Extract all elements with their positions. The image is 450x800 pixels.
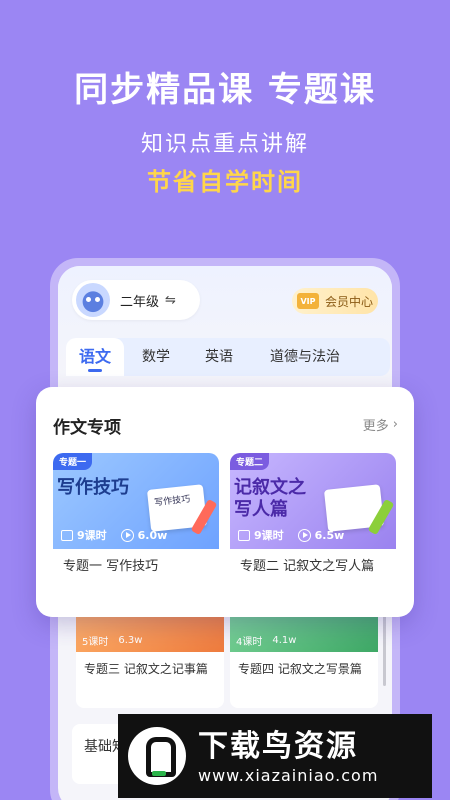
grade-selector[interactable]: 二年级 ⇋ <box>72 280 200 320</box>
topic-3-title: 专题三 记叙文之记事篇 <box>84 662 208 676</box>
topic-2-lessons: 9课时 <box>254 529 284 542</box>
topic-4-meta: 4课时 4.1w <box>236 633 296 648</box>
topic-1-thumb-title: 写作技巧 <box>57 477 129 498</box>
subject-tabs: 语文 数学 英语 道德与法治 <box>66 338 390 376</box>
topic-2-meta: 9课时 6.5w <box>238 527 344 543</box>
composition-popup-card: 作文专项 更多 › 专题一 写作技巧 写作技巧 9课时 6.0w 专题一 写作技… <box>36 387 414 617</box>
play-icon <box>120 528 134 542</box>
hero-title: 同步精品课 专题课 <box>74 70 376 110</box>
topic-2-thumbnail: 专题二 记叙文之 写人篇 9课时 6.5w <box>230 453 396 549</box>
topic-1-tag: 专题一 <box>53 453 93 470</box>
topic-3-plays: 6.3w <box>118 635 143 646</box>
topic-2-thumb-title: 记叙文之 写人篇 <box>234 477 306 521</box>
chevron-right-icon: › <box>392 417 398 432</box>
hero-subtitle: 知识点重点讲解 <box>140 132 309 157</box>
hero-highlight: 节省自学时间 <box>147 168 303 196</box>
watermark-name: 下载鸟资源 <box>198 728 358 764</box>
topic-4-plays: 4.1w <box>272 635 297 646</box>
lesson-count-icon <box>238 529 250 541</box>
more-label: 更多 <box>362 419 389 434</box>
swap-icon: ⇋ <box>165 292 176 308</box>
vip-center-label: 会员中心 <box>324 294 373 309</box>
topic-2-tag: 专题二 <box>230 453 270 470</box>
watermark-url: www.xiazainiao.com <box>198 765 379 785</box>
tab-english[interactable]: 英语 <box>188 338 250 376</box>
play-icon <box>297 528 311 542</box>
topic-2-thumb-title-line1: 记叙文之 <box>234 477 306 498</box>
topic-2-name: 专题二 记叙文之写人篇 <box>240 559 375 574</box>
topic-card-1[interactable]: 专题一 写作技巧 写作技巧 9课时 6.0w 专题一 写作技巧 <box>53 453 219 601</box>
topic-card-2[interactable]: 专题二 记叙文之 写人篇 9课时 6.5w 专题二 记叙文之写人篇 <box>230 453 396 601</box>
more-link[interactable]: 更多 › <box>363 415 398 434</box>
topic-4-title: 专题四 记叙文之写景篇 <box>238 662 362 676</box>
watermark-text: 下载鸟资源 www.xiazainiao.com <box>198 728 378 785</box>
vip-crown-icon: VIP <box>296 293 319 309</box>
topic-1-lessons: 9课时 <box>77 529 107 542</box>
lesson-count-icon <box>61 529 73 541</box>
topic-1-plays: 6.0w <box>137 528 168 542</box>
tab-math[interactable]: 数学 <box>124 338 188 376</box>
vip-center-button[interactable]: VIP 会员中心 <box>292 288 378 314</box>
topic-3-meta: 5课时 6.3w <box>82 633 142 648</box>
topic-4-lessons: 4课时 <box>236 637 263 648</box>
popup-title: 作文专项 <box>53 418 121 438</box>
robot-avatar-icon <box>76 283 110 317</box>
grade-label: 二年级 <box>120 294 160 310</box>
watermark-logo-icon <box>128 727 186 785</box>
topic-3-lessons: 5课时 <box>82 637 109 648</box>
tab-chinese[interactable]: 语文 <box>66 338 124 376</box>
topic-1-thumbnail: 专题一 写作技巧 写作技巧 9课时 6.0w <box>53 453 219 549</box>
topic-1-meta: 9课时 6.0w <box>61 527 167 543</box>
topic-2-thumb-title-line2: 写人篇 <box>234 499 288 520</box>
tab-morality-law[interactable]: 道德与法治 <box>250 338 360 376</box>
watermark-banner: 下载鸟资源 www.xiazainiao.com <box>118 714 432 798</box>
topic-1-name: 专题一 写作技巧 <box>63 559 159 574</box>
topic-2-plays: 6.5w <box>314 528 345 542</box>
book-label: 写作技巧 <box>153 494 191 509</box>
